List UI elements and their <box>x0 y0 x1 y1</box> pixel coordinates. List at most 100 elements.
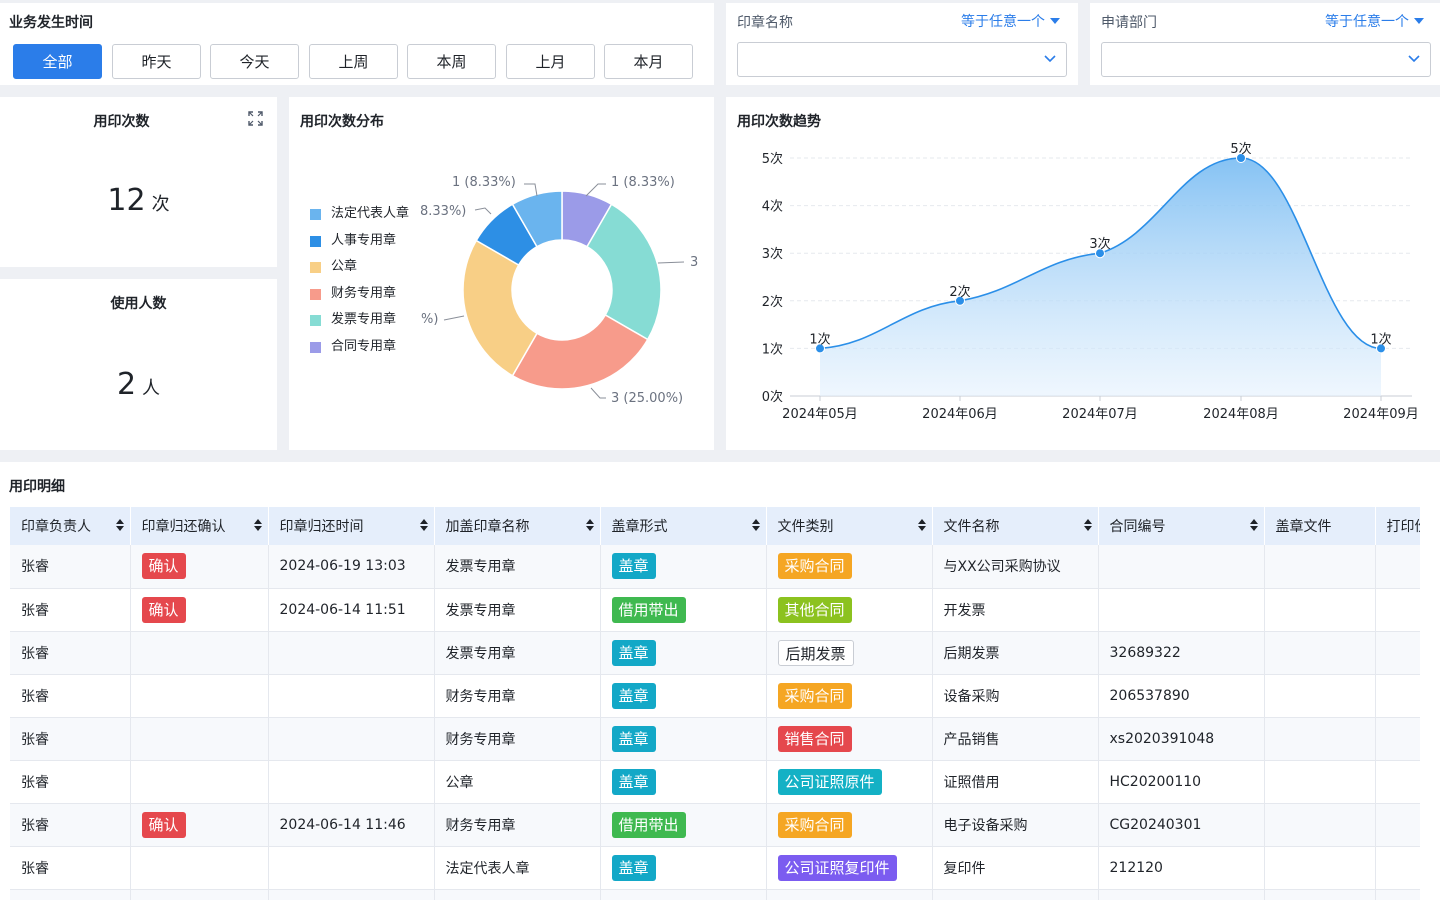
y-tick-label: 4次 <box>762 199 783 215</box>
seal-name-operator[interactable]: 等于任意一个 <box>961 11 1060 31</box>
column-header-label: 打印份 <box>1386 519 1421 535</box>
table-row[interactable]: 张睿 确认 2024-06-14 11:46 财务专用章 借用带出 采购合同 电子设备采购 C… <box>10 803 1420 847</box>
file-category-badge: 采购合同 <box>777 553 852 580</box>
legend-item-official[interactable]: 公章 <box>310 254 410 281</box>
confirm-badge[interactable]: 确认 <box>141 553 186 580</box>
column-header-sealed-file[interactable]: 盖章文件 <box>1264 507 1376 545</box>
table-row[interactable]: 张睿 确认 2024-06-19 13:03 发票专用章 盖章 采购合同 与XX公司采购协议 <box>10 545 1420 589</box>
time-button-this-month[interactable]: 本月 <box>604 44 693 79</box>
department-label: 申请部门 <box>1101 15 1157 31</box>
column-header-seal-name[interactable]: 加盖印章名称 <box>434 507 601 545</box>
department-operator[interactable]: 等于任意一个 <box>1325 11 1424 31</box>
cell-file-name: 后期发票 <box>932 631 1099 675</box>
legend-item-invoice[interactable]: 发票专用章 <box>310 307 410 334</box>
detail-table-title: 用印明细 <box>9 479 65 495</box>
cell-seal-form: 盖章 <box>600 631 767 675</box>
sort-icon[interactable] <box>1249 519 1258 531</box>
legend-swatch <box>310 288 321 300</box>
legend-label: 人事专用章 <box>331 232 397 248</box>
return-time-text: 2024-06-14 11:46 <box>279 816 406 833</box>
column-header-return-confirm[interactable]: 印章归还确认 <box>130 507 269 545</box>
seal-form-badge: 盖章 <box>611 725 656 752</box>
time-button-last-week[interactable]: 上周 <box>309 44 398 79</box>
time-button-all[interactable]: 全部 <box>13 44 102 79</box>
x-tick-label: 2024年08月 <box>1203 407 1279 422</box>
table-row[interactable]: 张睿 财务专用章 盖章 采购合同 设备采购 206537890 <box>10 674 1420 718</box>
cell-sealed-file <box>1264 674 1376 718</box>
cell-print-copies <box>1375 674 1420 718</box>
contract-no-text: 212120 <box>1109 859 1163 876</box>
table-row[interactable]: 张睿 法定代表人章 盖章 公司证照复印件 复印件 212120 <box>10 846 1420 890</box>
pie-label-finance: 3 (25.00%) <box>611 391 683 406</box>
column-header-print-copies[interactable]: 打印份 <box>1375 507 1420 545</box>
trend-area-chart: 0次 1次 2次 3次 4次 5次 1次 2024年05月 2次 2024年06月 3次 2024年… <box>762 141 1419 422</box>
file-name-text: 设备采购 <box>943 688 1000 705</box>
cell-contract-no: xs2020391048 <box>1098 717 1265 761</box>
caret-down-icon <box>1050 18 1060 24</box>
cell-owner: 张睿 <box>10 717 131 761</box>
cell-file-category: 后期发票 <box>766 631 933 675</box>
trend-point-label: 3次 <box>1089 236 1110 252</box>
cell-return-confirm <box>130 717 269 761</box>
legend-item-legal-rep[interactable]: 法定代表人章 <box>310 201 410 228</box>
cell-owner: 张睿 <box>10 545 131 589</box>
column-header-owner[interactable]: 印章负责人 <box>10 507 131 545</box>
time-button-today[interactable]: 今天 <box>210 44 299 79</box>
seal-name-text: 财务专用章 <box>445 688 516 705</box>
detail-table-wrapper[interactable]: 印章负责人 印章归还确认 印章归还时间 加盖印章名称 盖章形式 文件类别 文件名… <box>10 507 1420 900</box>
legend-item-finance[interactable]: 财务专用章 <box>310 281 410 308</box>
sort-icon[interactable] <box>115 519 124 531</box>
cell-contract-no: HC20200110 <box>1098 760 1265 804</box>
confirm-badge[interactable]: 确认 <box>141 596 186 623</box>
sort-icon[interactable] <box>917 519 926 531</box>
cell-print-copies <box>1375 846 1420 890</box>
column-header-label: 文件类别 <box>777 519 834 535</box>
sort-icon[interactable] <box>1083 519 1092 531</box>
sort-icon[interactable] <box>751 519 760 531</box>
seal-name-select[interactable] <box>737 42 1067 77</box>
confirm-badge[interactable]: 确认 <box>141 811 186 838</box>
time-button-last-month[interactable]: 上月 <box>506 44 595 79</box>
contract-no-text: 32689322 <box>1109 644 1181 661</box>
sort-icon[interactable] <box>419 519 428 531</box>
cell-seal-form: 盖章 <box>600 717 767 761</box>
table-row[interactable]: 张睿 发票专用章 盖章 后期发票 后期发票 32689322 <box>10 631 1420 675</box>
column-header-seal-form[interactable]: 盖章形式 <box>600 507 767 545</box>
column-header-label: 印章归还确认 <box>141 519 226 535</box>
table-row[interactable]: 张睿 财务专用章 盖章 销售合同 产品销售 xs2020391048 <box>10 717 1420 761</box>
table-row[interactable]: 张睿 公章 盖章 公司证照原件 证照借用 HC20200110 <box>10 760 1420 804</box>
expand-icon[interactable] <box>248 111 263 126</box>
column-header-label: 印章负责人 <box>21 519 91 535</box>
pie-label-hr: 8.33%) <box>420 204 466 219</box>
seal-name-text: 发票专用章 <box>445 602 516 619</box>
table-cell <box>10 889 131 900</box>
owner-text: 张睿 <box>21 774 49 791</box>
table-cell <box>600 889 767 900</box>
trend-point-label: 5次 <box>1230 141 1251 157</box>
legend-item-hr[interactable]: 人事专用章 <box>310 228 410 255</box>
cell-seal-form: 借用带出 <box>600 588 767 632</box>
sort-icon[interactable] <box>585 519 594 531</box>
column-header-contract-no[interactable]: 合同编号 <box>1098 507 1265 545</box>
legend-swatch <box>310 262 321 273</box>
y-tick-label: 0次 <box>762 389 783 405</box>
legend-item-contract[interactable]: 合同专用章 <box>310 334 410 361</box>
time-button-this-week[interactable]: 本周 <box>407 44 496 79</box>
table-row[interactable] <box>10 889 1420 900</box>
column-header-return-time[interactable]: 印章归还时间 <box>268 507 435 545</box>
cell-seal-form: 盖章 <box>600 545 767 589</box>
sort-icon[interactable] <box>253 519 262 531</box>
department-select[interactable] <box>1101 42 1431 77</box>
chevron-down-icon <box>1408 55 1420 63</box>
table-row[interactable]: 张睿 确认 2024-06-14 11:51 发票专用章 借用带出 其他合同 开发票 <box>10 588 1420 632</box>
column-header-file-name[interactable]: 文件名称 <box>932 507 1099 545</box>
cell-print-copies <box>1375 803 1420 847</box>
cell-file-category: 其他合同 <box>766 588 933 632</box>
x-tick-label: 2024年05月 <box>782 407 858 422</box>
cell-return-time: 2024-06-19 13:03 <box>268 545 435 589</box>
time-button-yesterday[interactable]: 昨天 <box>112 44 201 79</box>
table-cell <box>1375 889 1420 900</box>
column-header-file-category[interactable]: 文件类别 <box>766 507 933 545</box>
x-tick-label: 2024年06月 <box>922 407 998 422</box>
cell-sealed-file <box>1264 588 1376 632</box>
